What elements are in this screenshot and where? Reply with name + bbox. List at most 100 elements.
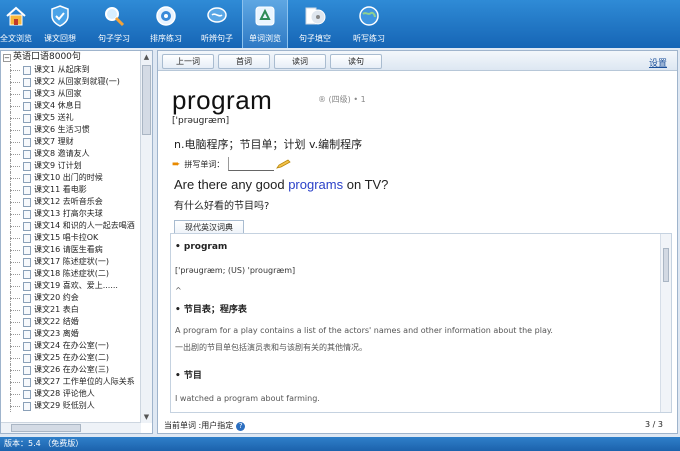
document-icon xyxy=(23,233,31,243)
first-word-button[interactable]: 首词 xyxy=(218,54,270,69)
tab-dictionary[interactable]: 现代英汉词典 xyxy=(174,220,244,234)
scroll-thumb[interactable] xyxy=(11,424,81,432)
document-icon xyxy=(23,341,31,351)
toolbar-label: 听辨句子 xyxy=(201,34,233,43)
dict-sense-1-cn: 一出剧的节目单包括演员表和与该剧有关的其他情况。 xyxy=(175,343,367,352)
tree-item-lesson[interactable]: 课文26 在办公室(三) xyxy=(1,364,141,376)
tree-item-lesson[interactable]: 课文9 订计划 xyxy=(1,160,141,172)
globe-icon xyxy=(356,3,382,29)
tree-item-lesson[interactable]: 课文16 请医生看病 xyxy=(1,244,141,256)
document-icon xyxy=(23,245,31,255)
word-browse-panel: 上一词 首词 读词 读句 设置 program ® (四级) • 1 ['prə… xyxy=(157,50,678,434)
document-icon xyxy=(23,77,31,87)
tree-item-label: 课文7 理财 xyxy=(34,137,74,146)
sentence-highlight: programs xyxy=(288,177,344,192)
tree-item-label: 课文27 工作单位的人际关系 xyxy=(34,377,135,386)
document-icon xyxy=(23,269,31,279)
tree-item-lesson[interactable]: 课文24 在办公室(一) xyxy=(1,340,141,352)
dict-scrollbar[interactable] xyxy=(660,234,671,412)
document-icon xyxy=(23,365,31,375)
toolbar-button-order-practice[interactable]: 排序练习 xyxy=(140,0,192,48)
tree-root-label: 英语口语8000句 xyxy=(13,52,81,62)
main-toolbar: 全文浏览 课文回想 句子学习 排序练习 听辨句子 单词浏览 句子填空 听写练习 xyxy=(0,0,680,48)
word-status: 当前单词 :用户指定? 3 / 3 xyxy=(158,417,677,433)
document-icon xyxy=(23,221,31,231)
recycle-icon xyxy=(252,3,278,29)
tree-item-label: 课文15 唱卡拉OK xyxy=(34,233,99,242)
toolbar-label: 课文回想 xyxy=(44,34,76,43)
prev-word-button[interactable]: 上一词 xyxy=(162,54,214,69)
tree-item-lesson[interactable]: 课文19 喜欢、爱上...... xyxy=(1,280,141,292)
toolbar-label: 句子学习 xyxy=(98,34,130,43)
tree-item-lesson[interactable]: 课文15 唱卡拉OK xyxy=(1,232,141,244)
tree-item-lesson[interactable]: 课文1 从起床到 xyxy=(1,64,141,76)
toolbar-button-fill-blank[interactable]: 句子填空 xyxy=(288,0,342,48)
tree-item-lesson[interactable]: 课文8 邀请友人 xyxy=(1,148,141,160)
tree-horizontal-scrollbar[interactable] xyxy=(1,422,141,433)
collapse-icon[interactable]: − xyxy=(3,53,11,62)
tree-item-lesson[interactable]: 课文4 休息日 xyxy=(1,100,141,112)
tree-item-lesson[interactable]: 课文21 表白 xyxy=(1,304,141,316)
settings-link[interactable]: 设置 xyxy=(649,56,667,69)
example-sentence-cn: 有什么好看的节目吗? xyxy=(174,201,270,212)
help-icon[interactable]: ? xyxy=(236,422,246,431)
tree-item-label: 课文19 喜欢、爱上...... xyxy=(34,281,118,290)
tree-item-lesson[interactable]: 课文22 结婚 xyxy=(1,316,141,328)
tree-item-label: 课文26 在办公室(三) xyxy=(34,365,109,374)
toolbar-button-word-browse[interactable]: 单词浏览 xyxy=(242,0,288,48)
read-sentence-button[interactable]: 读句 xyxy=(330,54,382,69)
toolbar-button-full-text[interactable]: 全文浏览 xyxy=(0,0,32,48)
tree-item-lesson[interactable]: 课文7 理财 xyxy=(1,136,141,148)
tree-item-label: 课文28 评论他人 xyxy=(34,389,95,398)
dict-sense-2-en: I watched a program about farming. xyxy=(175,394,320,403)
tree-item-label: 课文23 离婚 xyxy=(34,329,79,338)
dict-headword: • program xyxy=(175,242,228,252)
tree-item-lesson[interactable]: 课文14 和识的人一起去喝酒 xyxy=(1,220,141,232)
document-icon xyxy=(23,281,31,291)
scroll-thumb[interactable] xyxy=(142,65,151,135)
toolbar-label: 听写练习 xyxy=(353,34,385,43)
tree-item-lesson[interactable]: 课文23 离婚 xyxy=(1,328,141,340)
example-sentence-en: Are there any good programs on TV? xyxy=(174,177,388,192)
tree-item-label: 课文20 约会 xyxy=(34,293,79,302)
tree-item-label: 课文1 从起床到 xyxy=(34,65,90,74)
tree-item-label: 课文3 从回家 xyxy=(34,89,82,98)
spell-input[interactable] xyxy=(228,157,275,171)
scroll-up-icon[interactable]: ▲ xyxy=(141,51,152,63)
tree-item-lesson[interactable]: 课文13 打高尔夫球 xyxy=(1,208,141,220)
tree-item-lesson[interactable]: 课文10 出门的时候 xyxy=(1,172,141,184)
tree-item-lesson[interactable]: 课文25 在办公室(二) xyxy=(1,352,141,364)
tree-item-label: 课文25 在办公室(二) xyxy=(34,353,109,362)
tree-item-lesson[interactable]: 课文17 陈述症状(一) xyxy=(1,256,141,268)
toolbar-button-dictation[interactable]: 听写练习 xyxy=(342,0,396,48)
dictionary-content: • program ['prəugræm; (US) 'prougræm] ^ … xyxy=(170,233,672,413)
tree-vertical-scrollbar[interactable]: ▲ ▼ xyxy=(140,51,152,423)
document-icon xyxy=(23,149,31,159)
read-word-button[interactable]: 读词 xyxy=(274,54,326,69)
tree-item-lesson[interactable]: 课文6 生活习惯 xyxy=(1,124,141,136)
tree-item-label: 课文18 陈述症状(二) xyxy=(34,269,109,278)
tree-item-lesson[interactable]: 课文2 从回家到就寝(一) xyxy=(1,76,141,88)
current-word-status: 当前单词 :用户指定? xyxy=(164,420,246,431)
pencil-icon[interactable] xyxy=(276,159,292,169)
tree-item-label: 课文2 从回家到就寝(一) xyxy=(34,77,120,86)
tree-root[interactable]: − 英语口语8000句 xyxy=(1,51,141,64)
toolbar-button-review[interactable]: 课文回想 xyxy=(32,0,88,48)
tree-item-label: 课文8 邀请友人 xyxy=(34,149,90,158)
toolbar-button-listen-sentence[interactable]: 听辨句子 xyxy=(192,0,242,48)
tree-item-lesson[interactable]: 课文3 从回家 xyxy=(1,88,141,100)
tree-item-lesson[interactable]: 课文28 评论他人 xyxy=(1,388,141,400)
scroll-down-icon[interactable]: ▼ xyxy=(141,411,152,423)
toolbar-button-sentence-study[interactable]: 句子学习 xyxy=(88,0,140,48)
tree-item-lesson[interactable]: 课文11 看电影 xyxy=(1,184,141,196)
tree-item-lesson[interactable]: 课文27 工作单位的人际关系 xyxy=(1,376,141,388)
tree-item-label: 课文21 表白 xyxy=(34,305,79,314)
tree-item-lesson[interactable]: 课文18 陈述症状(二) xyxy=(1,268,141,280)
document-icon xyxy=(23,209,31,219)
tree-item-lesson[interactable]: 课文20 约会 xyxy=(1,292,141,304)
tree-item-lesson[interactable]: 课文5 送礼 xyxy=(1,112,141,124)
scroll-thumb[interactable] xyxy=(663,248,669,282)
spell-row: ➨ 拼写单词： xyxy=(172,157,292,171)
tree-item-lesson[interactable]: 课文29 贬低别人 xyxy=(1,400,141,412)
tree-item-lesson[interactable]: 课文12 去听音乐会 xyxy=(1,196,141,208)
